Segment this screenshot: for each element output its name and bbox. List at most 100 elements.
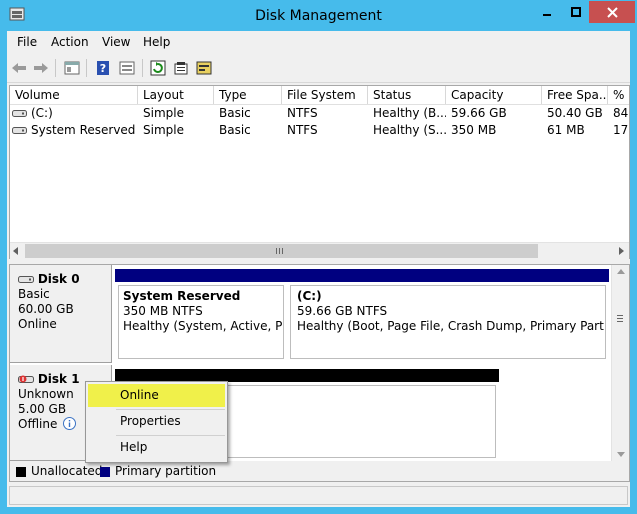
forward-button[interactable] bbox=[32, 59, 50, 77]
info-icon[interactable] bbox=[63, 417, 77, 430]
partition-size: 59.66 GB NTFS bbox=[297, 304, 388, 318]
menu-bar: File Action View Help bbox=[7, 31, 630, 53]
close-button[interactable] bbox=[589, 1, 635, 23]
status-bar bbox=[7, 485, 630, 507]
primary-partition-bar bbox=[115, 269, 287, 282]
properties-button[interactable] bbox=[172, 59, 190, 77]
client-area: File Action View Help ? Volume Layout Ty… bbox=[7, 31, 630, 507]
disk-name: Disk 0 bbox=[37, 272, 80, 286]
disk-size: 60.00 GB bbox=[18, 302, 74, 316]
volume-status: Healthy (B... bbox=[373, 106, 446, 120]
minimize-button[interactable] bbox=[534, 1, 560, 23]
disk-icon bbox=[18, 276, 34, 283]
back-button[interactable] bbox=[10, 59, 28, 77]
toolbar-separator bbox=[55, 59, 56, 77]
partition-status: Healthy (Boot, Page File, Crash Dump, Pr… bbox=[297, 319, 606, 333]
scroll-left-icon bbox=[13, 247, 18, 255]
properties-icon bbox=[174, 62, 188, 75]
close-icon bbox=[606, 6, 618, 18]
properties-view-button[interactable] bbox=[118, 59, 136, 77]
primary-partition-bar bbox=[287, 269, 609, 282]
volume-name: (C:) bbox=[31, 106, 53, 120]
title-bar[interactable]: Disk Management bbox=[0, 0, 637, 31]
volume-capacity: 59.66 GB bbox=[451, 106, 507, 120]
refresh-button[interactable] bbox=[149, 59, 167, 77]
partition-size: 350 MB NTFS bbox=[123, 304, 203, 318]
column-capacity[interactable]: Capacity bbox=[446, 86, 542, 104]
partition-details: System Reserved 350 MB NTFS Healthy (Sys… bbox=[118, 285, 284, 359]
forward-icon bbox=[34, 63, 48, 73]
menu-file[interactable]: File bbox=[17, 35, 37, 49]
volume-capacity: 350 MB bbox=[451, 123, 497, 137]
status-field bbox=[9, 486, 628, 505]
column-free-space[interactable]: Free Spa... bbox=[542, 86, 608, 104]
legend-primary-partition: Primary partition bbox=[115, 464, 217, 478]
properties-view-icon bbox=[119, 61, 135, 75]
volume-type: Basic bbox=[219, 106, 251, 120]
menu-item-online[interactable]: Online bbox=[88, 384, 225, 407]
disk-type: Basic bbox=[18, 287, 50, 301]
volume-layout: Simple bbox=[143, 123, 184, 137]
volume-percent-free: 84 bbox=[613, 106, 629, 120]
toolbar: ? bbox=[7, 53, 630, 83]
disk-state: Online bbox=[18, 317, 57, 331]
disk-0-label[interactable]: Disk 0 Basic 60.00 GB Online bbox=[10, 265, 112, 363]
volume-layout: Simple bbox=[143, 106, 184, 120]
minimize-icon bbox=[543, 14, 551, 16]
partition-name: System Reserved bbox=[123, 289, 241, 303]
help-button[interactable]: ? bbox=[94, 59, 112, 77]
menu-action[interactable]: Action bbox=[51, 35, 89, 49]
svg-text:?: ? bbox=[100, 62, 106, 75]
volume-type: Basic bbox=[219, 123, 251, 137]
partition-system-reserved[interactable]: System Reserved 350 MB NTFS Healthy (Sys… bbox=[115, 269, 287, 362]
volume-name: System Reserved bbox=[31, 123, 136, 137]
legend-bar: Unallocated Primary partition bbox=[9, 461, 630, 482]
volume-percent-free: 17 bbox=[613, 123, 629, 137]
volume-list: Volume Layout Type File System Status Ca… bbox=[9, 85, 630, 261]
horizontal-scrollbar[interactable] bbox=[10, 242, 629, 260]
grip-icon bbox=[276, 248, 283, 254]
vertical-scrollbar[interactable] bbox=[611, 265, 629, 461]
partition-details: (C:) 59.66 GB NTFS Healthy (Boot, Page F… bbox=[290, 285, 606, 359]
offline-disk-icon bbox=[18, 375, 34, 383]
grip-icon bbox=[617, 315, 623, 322]
column-file-system[interactable]: File System bbox=[282, 86, 368, 104]
toolbar-separator bbox=[142, 59, 143, 77]
disk-name: Disk 1 bbox=[37, 372, 80, 386]
back-icon bbox=[12, 63, 26, 73]
column-layout[interactable]: Layout bbox=[138, 86, 214, 104]
table-row[interactable]: System Reserved Simple Basic NTFS Health… bbox=[10, 122, 629, 139]
maximize-icon bbox=[571, 7, 581, 17]
volume-free-space: 61 MB bbox=[547, 123, 585, 137]
partition-name: (C:) bbox=[297, 289, 322, 303]
scroll-right-icon bbox=[619, 247, 624, 255]
disk-state: Offline bbox=[18, 417, 58, 431]
column-percent-free[interactable]: % F bbox=[608, 86, 629, 104]
column-type[interactable]: Type bbox=[214, 86, 282, 104]
volume-file-system: NTFS bbox=[287, 123, 318, 137]
rescan-icon bbox=[196, 61, 212, 75]
volume-status: Healthy (S... bbox=[373, 123, 446, 137]
legend-swatch-unallocated bbox=[16, 467, 26, 477]
column-status[interactable]: Status bbox=[368, 86, 446, 104]
rescan-button[interactable] bbox=[195, 59, 213, 77]
partition-status: Healthy (System, Active, Prim bbox=[123, 319, 283, 333]
table-row[interactable]: (C:) Simple Basic NTFS Healthy (B... 59.… bbox=[10, 105, 629, 122]
column-volume[interactable]: Volume bbox=[10, 86, 138, 104]
legend-swatch-primary bbox=[100, 467, 110, 477]
menu-view[interactable]: View bbox=[102, 35, 130, 49]
menu-help[interactable]: Help bbox=[143, 35, 170, 49]
scrollbar-thumb[interactable] bbox=[25, 244, 538, 258]
console-tree-icon bbox=[64, 61, 80, 75]
scroll-down-icon bbox=[617, 452, 625, 457]
console-tree-button[interactable] bbox=[63, 59, 81, 77]
volume-free-space: 50.40 GB bbox=[547, 106, 603, 120]
legend-unallocated: Unallocated bbox=[31, 464, 103, 478]
volume-list-header: Volume Layout Type File System Status Ca… bbox=[10, 86, 629, 105]
partition-c-drive[interactable]: (C:) 59.66 GB NTFS Healthy (Boot, Page F… bbox=[287, 269, 609, 362]
menu-item-help[interactable]: Help bbox=[88, 436, 225, 459]
menu-item-properties[interactable]: Properties bbox=[88, 410, 225, 433]
maximize-button[interactable] bbox=[563, 1, 589, 23]
refresh-icon bbox=[150, 60, 166, 76]
scroll-up-icon bbox=[617, 269, 625, 274]
